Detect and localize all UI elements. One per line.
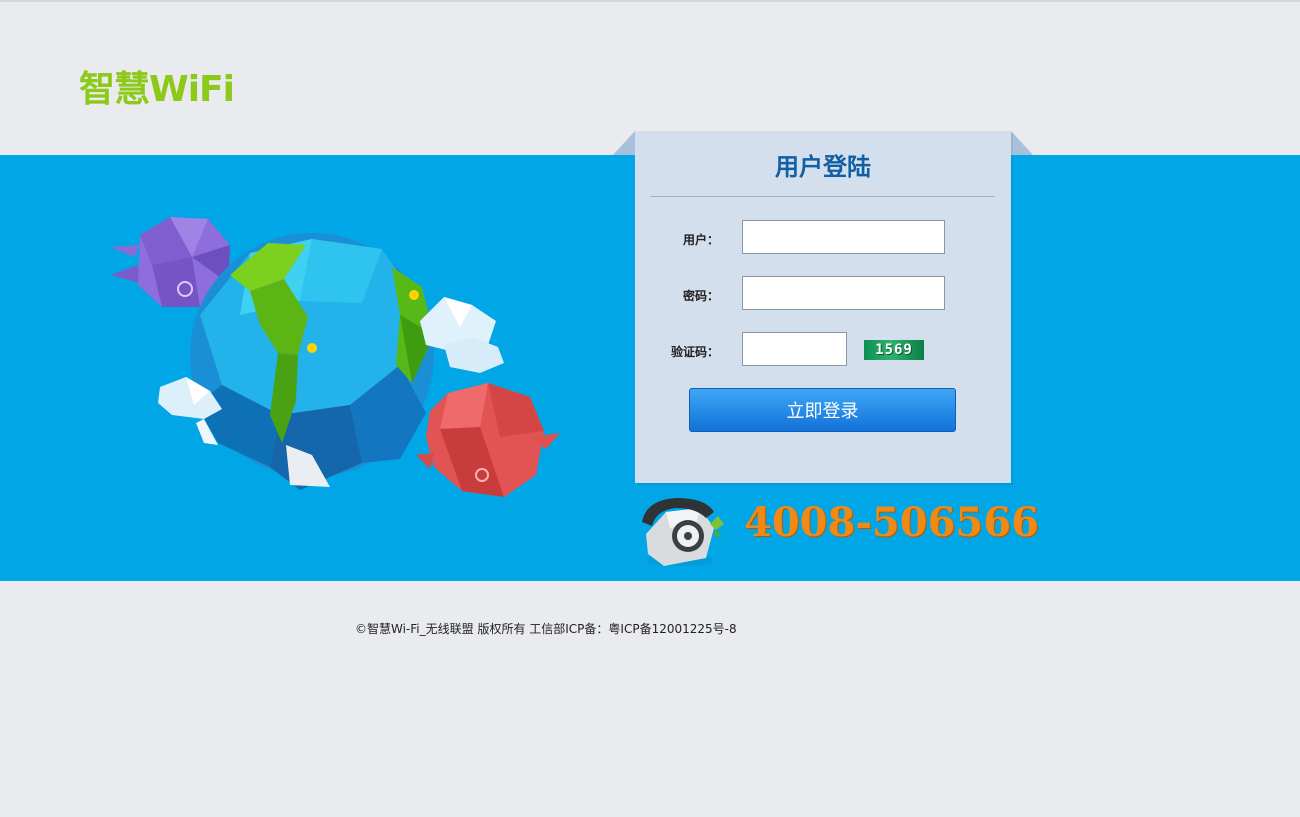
footer-copyright: ©智慧Wi-Fi_无线联盟 版权所有 工信部ICP备：粤ICP备12001225… [355, 622, 737, 636]
logo: 智慧WiFi [79, 69, 235, 110]
user-input[interactable] [742, 220, 945, 254]
hotline-number: 4008-506566 [744, 499, 1039, 546]
captcha-label: 验证码： [670, 345, 719, 359]
telephone-icon [642, 498, 724, 566]
password-label: 密码： [682, 289, 719, 303]
login-button[interactable]: 立即登录 [689, 388, 956, 432]
user-label: 用户： [682, 233, 719, 247]
panel-tab-left [613, 131, 635, 155]
panel-tab-right [1011, 131, 1033, 155]
login-panel: 用户登陆 用户： 密码： 验证码： 1569 立即登录 [635, 131, 1011, 483]
captcha-image[interactable]: 1569 [864, 340, 924, 360]
top-border [0, 0, 1300, 2]
login-title: 用户登陆 [775, 153, 871, 181]
title-divider [650, 196, 995, 197]
captcha-input[interactable] [742, 332, 847, 366]
globe-illustration-icon [110, 217, 560, 497]
password-input[interactable] [742, 276, 945, 310]
